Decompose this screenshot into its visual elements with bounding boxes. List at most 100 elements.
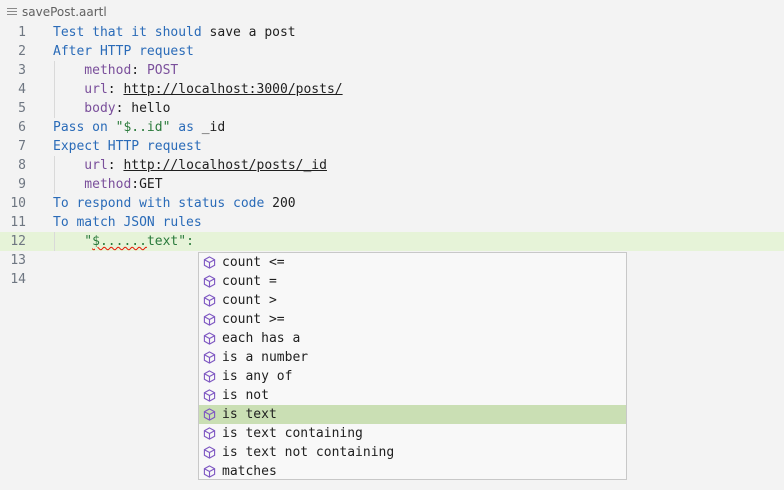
indent-guide bbox=[54, 61, 55, 118]
line-code[interactable]: Expect HTTP request bbox=[53, 137, 202, 156]
cube-icon bbox=[203, 370, 216, 383]
line-number: 7 bbox=[18, 139, 26, 154]
code-line[interactable]: 5 body: hello bbox=[0, 99, 784, 118]
cube-icon bbox=[203, 427, 216, 440]
code-line[interactable]: 12 "$......text": bbox=[0, 232, 784, 251]
code-line[interactable]: 7 Expect HTTP request bbox=[0, 137, 784, 156]
code-token: as bbox=[170, 120, 202, 135]
code-line[interactable]: 4 url: http://localhost:3000/posts/ bbox=[0, 80, 784, 99]
suggestion-item[interactable]: matches bbox=[199, 462, 626, 481]
suggestion-label: each has a bbox=[222, 331, 301, 346]
line-number: 13 bbox=[10, 253, 26, 268]
cube-icon bbox=[203, 408, 216, 421]
line-code[interactable]: method:GET bbox=[53, 175, 163, 194]
line-number: 14 bbox=[10, 272, 26, 287]
suggestion-item[interactable]: each has a bbox=[199, 329, 626, 348]
cube-icon bbox=[203, 313, 216, 326]
code-line[interactable]: 1 Test that it should save a post bbox=[0, 23, 784, 42]
suggestion-label: count > bbox=[222, 293, 277, 308]
line-code[interactable]: method: POST bbox=[53, 61, 178, 80]
suggestion-item[interactable]: is any of bbox=[199, 367, 626, 386]
suggestion-item[interactable]: count > bbox=[199, 291, 626, 310]
suggestion-item[interactable]: count >= bbox=[199, 310, 626, 329]
code-token: Pass on bbox=[53, 120, 116, 135]
code-token: method bbox=[53, 63, 132, 78]
cube-icon bbox=[203, 256, 216, 269]
line-number: 11 bbox=[10, 215, 26, 230]
suggestion-label: is any of bbox=[222, 369, 293, 384]
suggestion-item[interactable]: is a number bbox=[199, 348, 626, 367]
cube-icon bbox=[203, 446, 216, 459]
line-number: 6 bbox=[18, 120, 26, 135]
suggestion-label: matches bbox=[222, 464, 277, 479]
cube-icon bbox=[203, 465, 216, 478]
line-code[interactable]: url: http://localhost:3000/posts/ bbox=[53, 80, 343, 99]
line-code[interactable]: body: hello bbox=[53, 99, 170, 118]
code-line[interactable]: 3 method: POST bbox=[0, 61, 784, 80]
line-code[interactable]: After HTTP request bbox=[53, 42, 194, 61]
suggestion-label: count <= bbox=[222, 255, 285, 270]
indent-guide bbox=[54, 232, 55, 251]
code-token: method bbox=[53, 177, 132, 192]
code-token: After HTTP request bbox=[53, 44, 194, 59]
code-token: "$..id" bbox=[115, 120, 171, 135]
lines-icon bbox=[7, 8, 17, 17]
suggestion-item[interactable]: is text bbox=[199, 405, 626, 424]
code-line[interactable]: 2 After HTTP request bbox=[0, 42, 784, 61]
code-token: " bbox=[53, 234, 93, 249]
suggestion-item[interactable]: is not bbox=[199, 386, 626, 405]
suggestion-label: is text bbox=[222, 407, 277, 422]
code-line[interactable]: 11 To match JSON rules bbox=[0, 213, 784, 232]
code-token: To respond with status code bbox=[53, 196, 265, 211]
line-code[interactable]: To match JSON rules bbox=[53, 213, 202, 232]
code-token: : bbox=[131, 63, 147, 78]
suggestion-label: count >= bbox=[222, 312, 285, 327]
suggestion-label: count = bbox=[222, 274, 277, 289]
suggestion-label: is a number bbox=[222, 350, 309, 365]
code-token: To match JSON rules bbox=[53, 215, 202, 230]
code-line[interactable]: 10 To respond with status code 200 bbox=[0, 194, 784, 213]
code-token: : hello bbox=[115, 101, 171, 116]
code-token: text": bbox=[146, 234, 194, 249]
suggestion-label: is text not containing bbox=[222, 445, 395, 460]
suggestion-widget[interactable]: count <= count = count > count >= each has a… bbox=[198, 252, 627, 480]
code-line[interactable]: 9 method:GET bbox=[0, 175, 784, 194]
code-token: http://localhost/posts/_id bbox=[123, 158, 327, 173]
code-token: $...... bbox=[92, 234, 147, 249]
line-code[interactable]: Test that it should save a post bbox=[53, 23, 296, 42]
line-number: 9 bbox=[18, 177, 26, 192]
code-token: Expect HTTP request bbox=[53, 139, 202, 154]
tab-title: savePost.aartl bbox=[22, 5, 107, 19]
indent-guide bbox=[54, 156, 55, 194]
code-line[interactable]: 6 Pass on "$..id" as _id bbox=[0, 118, 784, 137]
cube-icon bbox=[203, 332, 216, 345]
cube-icon bbox=[203, 294, 216, 307]
editor-tab[interactable]: savePost.aartl bbox=[0, 0, 784, 24]
suggestion-item[interactable]: is text not containing bbox=[199, 443, 626, 462]
suggestion-item[interactable]: count = bbox=[199, 272, 626, 291]
line-code[interactable]: "$......text": bbox=[53, 232, 194, 251]
line-number: 4 bbox=[18, 82, 26, 97]
code-line[interactable]: 8 url: http://localhost/posts/_id bbox=[0, 156, 784, 175]
code-token: url bbox=[53, 158, 108, 173]
line-number: 8 bbox=[18, 158, 26, 173]
line-number: 1 bbox=[18, 25, 26, 40]
code-token: : bbox=[107, 158, 124, 173]
code-token: 200 bbox=[264, 196, 296, 211]
code-token: _id bbox=[201, 120, 226, 135]
code-token: url bbox=[53, 82, 108, 97]
code-token: Test that it should bbox=[53, 25, 202, 40]
line-code[interactable]: To respond with status code 200 bbox=[53, 194, 296, 213]
line-number: 12 bbox=[10, 234, 26, 249]
code-token: : bbox=[107, 82, 124, 97]
code-token: http://localhost:3000/posts/ bbox=[123, 82, 343, 97]
line-code[interactable]: Pass on "$..id" as _id bbox=[53, 118, 225, 137]
cube-icon bbox=[203, 389, 216, 402]
code-token: :GET bbox=[131, 177, 163, 192]
line-number: 3 bbox=[18, 63, 26, 78]
line-code[interactable]: url: http://localhost/posts/_id bbox=[53, 156, 327, 175]
suggestion-item[interactable]: is text containing bbox=[199, 424, 626, 443]
cube-icon bbox=[203, 351, 216, 364]
suggestion-item[interactable]: count <= bbox=[199, 253, 626, 272]
code-token: save a post bbox=[201, 25, 296, 40]
